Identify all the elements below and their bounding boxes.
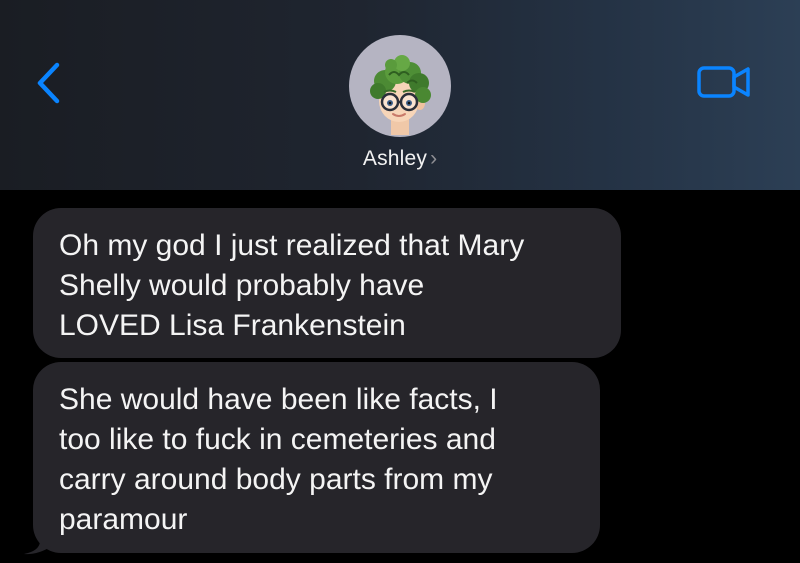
contact-name: Ashley: [362, 147, 428, 170]
chevron-right-icon: ›: [430, 147, 438, 170]
incoming-message-bubble[interactable]: She would have been like facts, I too li…: [33, 362, 600, 553]
bubble-tail-icon: [24, 526, 52, 555]
chevron-left-icon: [37, 62, 60, 104]
incoming-message-bubble[interactable]: Oh my god I just realized that Mary Shel…: [33, 208, 621, 358]
memoji-avatar-icon: [370, 55, 431, 135]
messages-screen: Ashley › Oh my god I just realized that M…: [0, 0, 800, 563]
video-camera-icon: [697, 66, 750, 98]
facetime-video-button[interactable]: [694, 62, 754, 102]
avatar[interactable]: [349, 35, 451, 137]
contact-name-row[interactable]: Ashley ›: [0, 147, 800, 171]
conversation-header: Ashley ›: [0, 0, 800, 190]
back-button[interactable]: [30, 58, 70, 108]
